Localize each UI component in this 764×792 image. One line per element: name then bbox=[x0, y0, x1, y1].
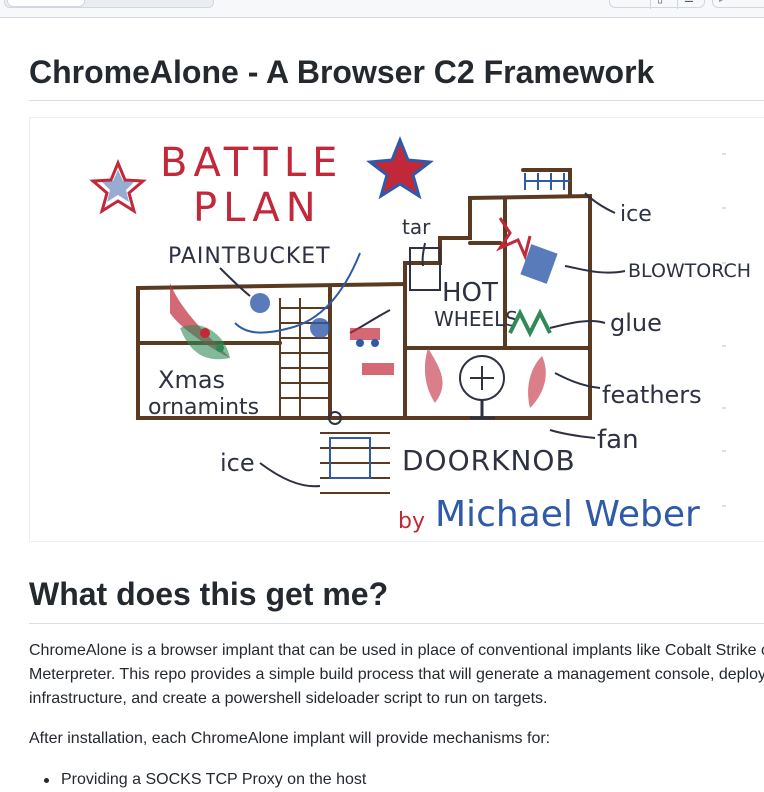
play-icon[interactable]: ▶ bbox=[719, 0, 726, 4]
edge-ticks bbox=[722, 153, 726, 507]
section-divider bbox=[29, 623, 764, 624]
label-paintbucket: PAINTBUCKET bbox=[168, 244, 331, 269]
battle-plan-image[interactable]: BATTLE PLAN PAINTBUCKET tar ice BLOWTORC… bbox=[29, 117, 764, 542]
list-item: Providing a SOCKS TCP Proxy on the host bbox=[29, 768, 366, 792]
view-toggle[interactable] bbox=[4, 0, 214, 8]
label-ornamints: ornamints bbox=[148, 395, 259, 420]
label-tar: tar bbox=[402, 215, 431, 239]
label-wheels: WHEELS bbox=[434, 307, 518, 331]
label-xmas: Xmas bbox=[158, 366, 225, 394]
label-blowtorch: BLOWTORCH bbox=[628, 260, 751, 282]
stairs bbox=[279, 298, 390, 494]
title-divider bbox=[29, 100, 764, 101]
window bbox=[524, 173, 570, 190]
intro-paragraph: ChromeAlone is a browser implant that ca… bbox=[29, 642, 764, 707]
plan-title: PLAN bbox=[193, 185, 322, 231]
section-heading: What does this get me? bbox=[29, 576, 389, 612]
list-icon[interactable]: ☰ bbox=[684, 0, 694, 5]
label-ice-bottom: ice bbox=[220, 449, 255, 477]
toolbar-right-group: ▶ bbox=[712, 0, 764, 8]
file-toolbar: ▯ ☰ ▶ bbox=[0, 0, 764, 18]
divider bbox=[677, 0, 678, 9]
credit-name: Michael Weber bbox=[435, 494, 700, 535]
list-item-text: Providing a SOCKS TCP Proxy on the host bbox=[61, 771, 367, 788]
label-doorknob: DOORKNOB bbox=[402, 444, 576, 477]
toolbar-button-group: ▯ ☰ bbox=[609, 0, 705, 9]
label-hot: HOT bbox=[442, 278, 498, 308]
battle-title: BATTLE bbox=[160, 140, 343, 186]
label-feathers: feathers bbox=[602, 381, 702, 409]
divider bbox=[650, 0, 651, 9]
label-fan: fan bbox=[597, 425, 639, 455]
star-icon bbox=[366, 135, 434, 200]
label-ice-top: ice bbox=[620, 202, 652, 227]
view-toggle-active[interactable] bbox=[7, 0, 85, 7]
credit-by: by bbox=[398, 509, 425, 534]
feature-list: Providing a SOCKS TCP Proxy on the host bbox=[29, 768, 366, 792]
page-title: ChromeAlone - A Browser C2 Framework bbox=[29, 54, 655, 90]
battle-plan-drawing: BATTLE PLAN PAINTBUCKET tar ice BLOWTORC… bbox=[89, 135, 751, 535]
label-glue: glue bbox=[610, 309, 662, 337]
features-intro-paragraph: After installation, each ChromeAlone imp… bbox=[29, 730, 551, 747]
file-icon[interactable]: ▯ bbox=[657, 0, 663, 5]
bullet-icon bbox=[44, 778, 49, 783]
